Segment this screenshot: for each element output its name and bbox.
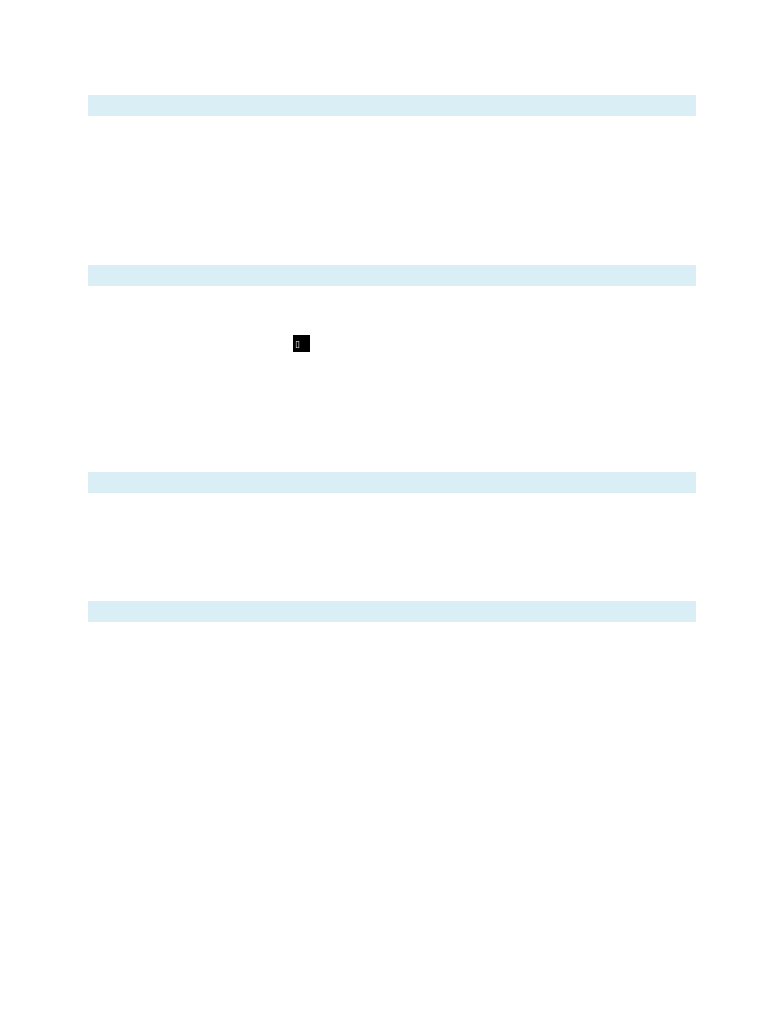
section-band-2	[88, 265, 696, 286]
section-band-1	[88, 95, 696, 116]
section-band-3	[88, 472, 696, 493]
section-band-4	[88, 601, 696, 622]
missing-glyph-icon: ▯	[293, 335, 310, 352]
missing-glyph-char: ▯	[295, 340, 300, 350]
